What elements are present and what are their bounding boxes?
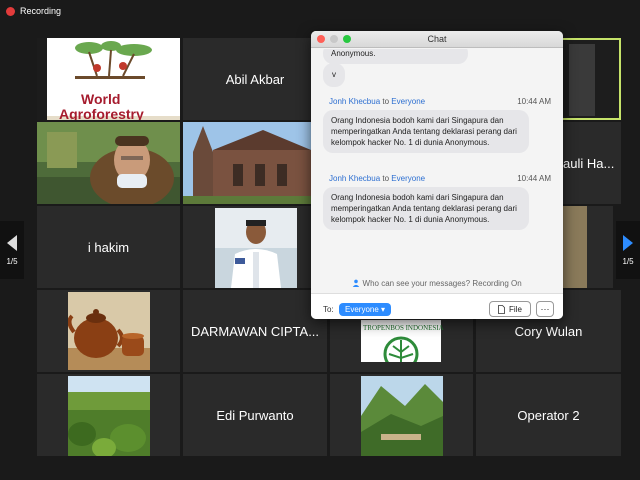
page-indicator-left: 1/5 [6, 256, 18, 266]
privacy-notice[interactable]: Who can see your messages? Recording On [311, 279, 563, 288]
chat-titlebar[interactable]: Chat [311, 31, 563, 48]
chat-message-header: Jonh Khecbua to Everyone [329, 97, 425, 106]
chat-window: Chat Anonymous. v Jonh Khecbua to Everyo… [311, 31, 563, 319]
next-page-button[interactable]: 1/5 [616, 221, 640, 279]
chat-message-list[interactable]: Anonymous. v Jonh Khecbua to Everyone 10… [311, 49, 563, 277]
more-options-button[interactable]: ··· [536, 301, 554, 317]
recipient-dropdown[interactable]: Everyone ▾ [339, 303, 392, 316]
chat-to-word: to [382, 174, 390, 183]
recording-label: Recording [20, 6, 62, 16]
chat-message-bubble: Anonymous. [323, 49, 468, 64]
chat-message-bubble: v [323, 63, 345, 87]
chat-recipient: Everyone [391, 97, 426, 106]
to-label: To: [323, 305, 334, 314]
participant-name: i hakim [87, 239, 130, 255]
participant-tile-active-speaker[interactable] [557, 38, 621, 120]
participant-tile-plantation[interactable] [37, 374, 180, 456]
recording-dot-icon [6, 6, 15, 16]
chat-compose-area: To: Everyone ▾ File ··· [311, 293, 563, 319]
participant-name: Operator 2 [517, 407, 580, 423]
meeting-window: Recording World Agroforestry Abil Akbar [0, 0, 640, 480]
chat-title: Chat [427, 34, 447, 44]
arrow-left-icon [7, 234, 17, 251]
participant-name: DARMAWAN CIPTA... [190, 323, 320, 339]
person-icon [353, 279, 360, 287]
file-icon [498, 304, 505, 314]
recording-indicator: Recording [6, 6, 61, 16]
participant-tile-pauli[interactable]: auli Ha... [563, 122, 621, 204]
file-button-label: File [509, 304, 522, 314]
chat-message-text: v [332, 70, 336, 79]
participant-tile-operator-2[interactable]: Operator 2 [476, 374, 621, 456]
chat-recipient: Everyone [391, 174, 426, 183]
participant-name: Edi Purwanto [216, 407, 294, 423]
participant-tile-i-hakim[interactable]: i hakim [37, 206, 180, 288]
participant-video [37, 122, 180, 204]
chat-timestamp: 10:44 AM [517, 174, 551, 183]
chat-message-bubble: Orang Indonesia bodoh kami dari Singapur… [323, 110, 529, 153]
previous-page-button[interactable]: 1/5 [0, 221, 24, 279]
participant-tile-video-man[interactable] [37, 122, 180, 204]
more-icon: ··· [540, 304, 550, 314]
participant-video [563, 206, 587, 288]
participant-profile-photo [361, 376, 443, 456]
participant-background-image [183, 122, 311, 204]
chat-sender[interactable]: Jonh Khecbua [329, 97, 380, 106]
chat-sender[interactable]: Jonh Khecbua [329, 174, 380, 183]
world-agroforestry-line2: Agroforestry [59, 106, 144, 120]
chat-timestamp: 10:44 AM [517, 97, 551, 106]
chat-message-text: Orang Indonesia bodoh kami dari Singapur… [331, 193, 517, 224]
participant-tile-mountain[interactable] [330, 374, 473, 456]
page-indicator-right: 1/5 [622, 256, 634, 266]
chat-message-bubble: Orang Indonesia bodoh kami dari Singapur… [323, 187, 529, 230]
participant-tile-abil-akbar[interactable]: Abil Akbar [183, 38, 327, 120]
participant-profile-photo [68, 376, 150, 456]
participant-tile-church[interactable] [183, 122, 311, 204]
participant-tile-teapot[interactable] [37, 290, 180, 372]
participant-tile-world-agroforestry[interactable]: World Agroforestry [37, 38, 180, 120]
world-agroforestry-line1: World [81, 91, 121, 107]
participant-name: auli Ha... [563, 155, 615, 171]
chat-message-text: Orang Indonesia bodoh kami dari Singapur… [331, 116, 517, 147]
participant-profile-photo [215, 208, 297, 288]
participant-tile-darmawan[interactable]: DARMAWAN CIPTA... [183, 290, 327, 372]
tropenbos-label: TROPENBOS INDONESIA [363, 324, 444, 332]
participant-name: Cory Wulan [514, 323, 583, 339]
participant-tile-edi-purwanto[interactable]: Edi Purwanto [183, 374, 327, 456]
participant-name: Abil Akbar [225, 71, 285, 87]
chat-message-text: Anonymous. [331, 49, 376, 58]
privacy-notice-text: Who can see your messages? Recording On [362, 279, 522, 288]
chat-to-word: to [382, 97, 390, 106]
participant-tile-right-partial[interactable] [563, 206, 613, 288]
chat-message-header: Jonh Khecbua to Everyone [329, 174, 425, 183]
participant-tile-uniform-man[interactable] [183, 206, 311, 288]
participant-video [569, 44, 595, 116]
arrow-right-icon [623, 234, 633, 251]
participant-profile-photo [68, 292, 150, 370]
file-button[interactable]: File [489, 301, 531, 317]
